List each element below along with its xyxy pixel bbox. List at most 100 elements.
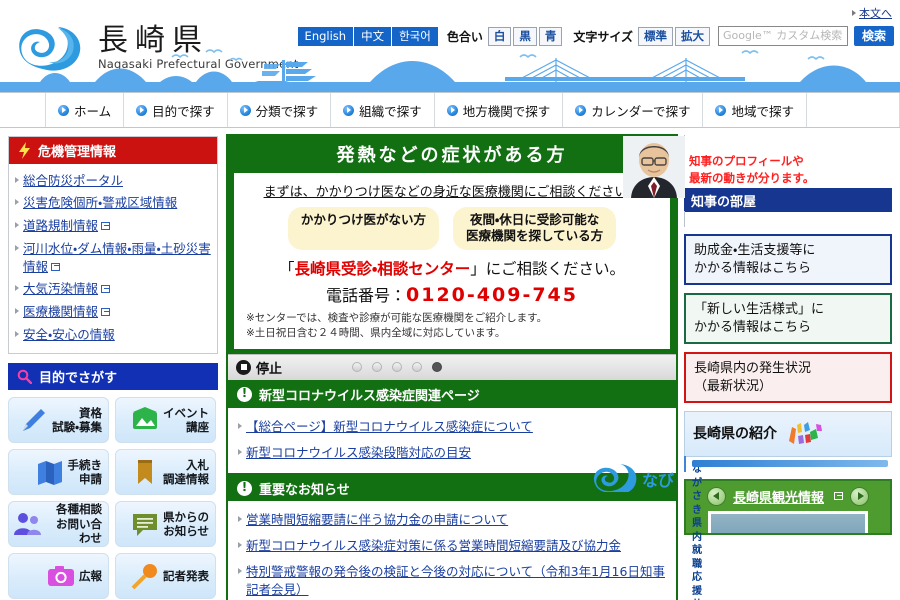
list-item[interactable]: 医療機関情報 xyxy=(15,301,211,324)
nav-item-label: 目的で探す xyxy=(152,103,215,119)
tile-label: 手続き 申請 xyxy=(67,457,103,486)
intro-banner-label: 長崎県の紹介 xyxy=(693,425,777,442)
covid-banner-line1: まずは、かかりつけ医などの身近な医療機関にご相談ください。 xyxy=(263,185,641,200)
external-link-icon xyxy=(101,222,111,230)
governor-banner-catch: 知事のプロフィールや 最新の動きが分ります。 xyxy=(689,154,815,185)
crisis-link-list: 総合防災ポータル 災害危険個所・警戒区域情報 道路規制情報 河川水位・ダム情報・… xyxy=(9,164,217,353)
tile-bidding-procurement[interactable]: 入札 調達情報 xyxy=(115,449,216,495)
tourism-panel-title[interactable]: 長崎県観光情報 xyxy=(733,487,824,506)
triangle-right-icon xyxy=(852,10,856,16)
slider-dot-2[interactable] xyxy=(372,362,383,373)
nav-item-search-by-region[interactable]: 地域で探す xyxy=(703,93,807,127)
crisis-link-label[interactable]: 安全・安心の情報 xyxy=(23,326,115,344)
triangle-bullet-icon xyxy=(15,244,19,251)
color-blue-button[interactable]: 青 xyxy=(538,26,563,46)
nav-item-search-by-category[interactable]: 分類で探す xyxy=(228,93,332,127)
tourism-thumbnail[interactable] xyxy=(708,511,868,534)
governor-room-banner[interactable]: 知事のプロフィールや 最新の動きが分ります。 知事の部屋 xyxy=(623,135,892,227)
stop-icon[interactable] xyxy=(236,359,251,375)
slider-dot-3[interactable] xyxy=(392,362,403,373)
purpose-panel-header: 目的でさがす xyxy=(8,363,218,390)
new-lifestyle-banner[interactable]: 「新しい生活様式」に かかる情報はこちら xyxy=(684,293,892,345)
triangle-bullet-icon xyxy=(238,422,242,429)
list-item[interactable]: 特別警戒警報の発令後の検証と今後の対応について（令和3年1月16日知事記者会見） xyxy=(238,559,666,600)
slider-dot-4[interactable] xyxy=(412,362,423,373)
covid-section-link[interactable]: 【総合ページ】新型コロナウイルス感染症について xyxy=(246,418,533,436)
lightning-bolt-icon xyxy=(19,142,30,159)
crisis-link-label[interactable]: 道路規制情報 xyxy=(23,218,98,233)
covid-fever-banner[interactable]: 発熱などの症状がある方 まずは、かかりつけ医などの身近な医療機関にご相談ください… xyxy=(226,134,678,382)
crisis-management-panel: 危機管理情報 総合防災ポータル 災害危険個所・警戒区域情報 道路規制情報 河川水… xyxy=(8,136,218,354)
nagasaki-navi-banner[interactable]: ながさき県内 就職応援サイト なび xyxy=(594,456,888,600)
list-item[interactable]: 河川水位・ダム情報・雨量・土砂災害情報 xyxy=(15,237,211,278)
subsidy-info-banner[interactable]: 助成金・生活支援等に かかる情報はこちら xyxy=(684,234,892,286)
font-size-large-button[interactable]: 拡大 xyxy=(674,26,710,46)
crisis-link-label[interactable]: 総合防災ポータル xyxy=(23,172,123,190)
triangle-bullet-icon xyxy=(238,567,242,574)
triangle-bullet-icon xyxy=(15,199,19,206)
nav-item-search-by-calendar[interactable]: カレンダーで探す xyxy=(563,93,704,127)
case-status-banner-label: 長崎県内の発生状況 （最新状況） xyxy=(694,361,812,394)
tourism-thumbnail-image xyxy=(711,514,865,534)
crisis-link-label[interactable]: 災害危険個所・警戒区域情報 xyxy=(23,194,177,212)
nav-item-home[interactable]: ホーム xyxy=(46,93,125,127)
prefecture-map-icon xyxy=(789,422,822,445)
quote-close: 」にご相談ください。 xyxy=(470,259,625,278)
crisis-link-label[interactable]: 大気汚染情報 xyxy=(23,281,98,296)
covid-banner-body: まずは、かかりつけ医などの身近な医療機関にご相談ください。 かかりつけ医がない方… xyxy=(234,173,670,349)
list-item[interactable]: 営業時間短縮要請に伴う協力金の申請について xyxy=(238,507,666,533)
new-lifestyle-banner-label: 「新しい生活様式」に かかる情報はこちら xyxy=(694,302,825,335)
slider-stop-label[interactable]: 停止 xyxy=(256,358,282,377)
tourism-next-button[interactable] xyxy=(850,486,869,506)
search-button[interactable]: 検索 xyxy=(853,26,894,46)
slider-dot-1[interactable] xyxy=(352,362,363,373)
list-item[interactable]: 道路規制情報 xyxy=(15,215,211,238)
tile-qualification-exam[interactable]: 資格 試験・募集 xyxy=(8,397,109,443)
bullet-arrow-icon xyxy=(575,104,587,116)
notice-link[interactable]: 営業時間短縮要請に伴う協力金の申請について xyxy=(246,511,508,529)
tile-consultation-inquiry[interactable]: 各種相談 お問い合わせ xyxy=(8,501,109,547)
tourism-prev-button[interactable] xyxy=(706,486,726,506)
local-case-status-banner[interactable]: 長崎県内の発生状況 （最新状況） xyxy=(684,352,892,404)
notice-link[interactable]: 特別警戒警報の発令後の検証と今後の対応について（令和3年1月16日知事記者会見） xyxy=(246,563,666,599)
font-size-standard-button[interactable]: 標準 xyxy=(637,26,673,46)
bookmark-icon xyxy=(138,460,152,484)
prefecture-intro-banner[interactable]: 長崎県の紹介 xyxy=(684,411,892,458)
list-item[interactable]: 安全・安心の情報 xyxy=(15,323,211,346)
list-item[interactable]: 総合防災ポータル xyxy=(15,169,211,192)
tile-label: 県からの お知らせ xyxy=(163,509,209,538)
right-sidebar: 知事のプロフィールや 最新の動きが分ります。 知事の部屋 助成金・生活支援等に … xyxy=(594,128,900,600)
tile-event-course[interactable]: イベント 講座 xyxy=(115,397,216,443)
nav-item-search-by-purpose[interactable]: 目的で探す xyxy=(124,93,228,127)
skip-to-content-link[interactable]: 本文へ xyxy=(852,5,892,21)
crisis-panel-header: 危機管理情報 xyxy=(9,137,217,164)
slider-dot-5[interactable] xyxy=(432,362,443,373)
tile-public-relations[interactable]: 広報 xyxy=(8,553,109,599)
governor-banner-bottom: 知事の部屋 xyxy=(684,188,892,212)
lang-korean-button[interactable]: 한국어 xyxy=(392,26,438,46)
search-input[interactable]: Google™ カスタム検索 xyxy=(717,26,848,46)
tile-press-release[interactable]: 記者発表 xyxy=(115,553,216,599)
list-item[interactable]: 大気汚染情報 xyxy=(15,278,211,301)
nav-item-search-by-organization[interactable]: 組織で探す xyxy=(331,93,435,127)
tile-procedure-application[interactable]: 手続き 申請 xyxy=(8,449,109,495)
tile-label: 広報 xyxy=(79,568,102,583)
telephone-number: 0120-409-745 xyxy=(406,283,578,306)
list-item[interactable]: 新型コロナウイルス感染症対策に係る営業時間短縮要請及び協力金 xyxy=(238,533,666,559)
color-white-button[interactable]: 白 xyxy=(487,26,512,46)
tile-prefecture-notices[interactable]: 県からの お知らせ xyxy=(115,501,216,547)
tile-label: 記者発表 xyxy=(163,568,209,583)
lang-english-button[interactable]: English xyxy=(297,26,355,46)
notice-link[interactable]: 新型コロナウイルス感染症対策に係る営業時間短縮要請及び協力金 xyxy=(246,537,621,555)
color-black-button[interactable]: 黒 xyxy=(513,26,537,46)
lang-chinese-button[interactable]: 中文 xyxy=(354,26,393,46)
covid-section-link[interactable]: 新型コロナウイルス感染段階対応の目安 xyxy=(246,444,471,462)
crisis-link-label[interactable]: 医療機関情報 xyxy=(23,304,98,319)
bullet-arrow-icon xyxy=(343,104,355,116)
list-item[interactable]: 災害危険個所・警戒区域情報 xyxy=(15,192,211,215)
site-header: 本文へ 長崎県 Nagasaki Prefectural Government … xyxy=(0,0,900,92)
nav-item-search-by-local-agency[interactable]: 地方機関で探す xyxy=(435,93,564,127)
list-item[interactable]: 【総合ページ】新型コロナウイルス感染症について xyxy=(238,414,666,440)
tile-label: 資格 試験・募集 xyxy=(52,405,102,434)
important-notices-section: 重要なお知らせ 営業時間短縮要請に伴う協力金の申請について 新型コロナウイルス感… xyxy=(226,475,678,600)
